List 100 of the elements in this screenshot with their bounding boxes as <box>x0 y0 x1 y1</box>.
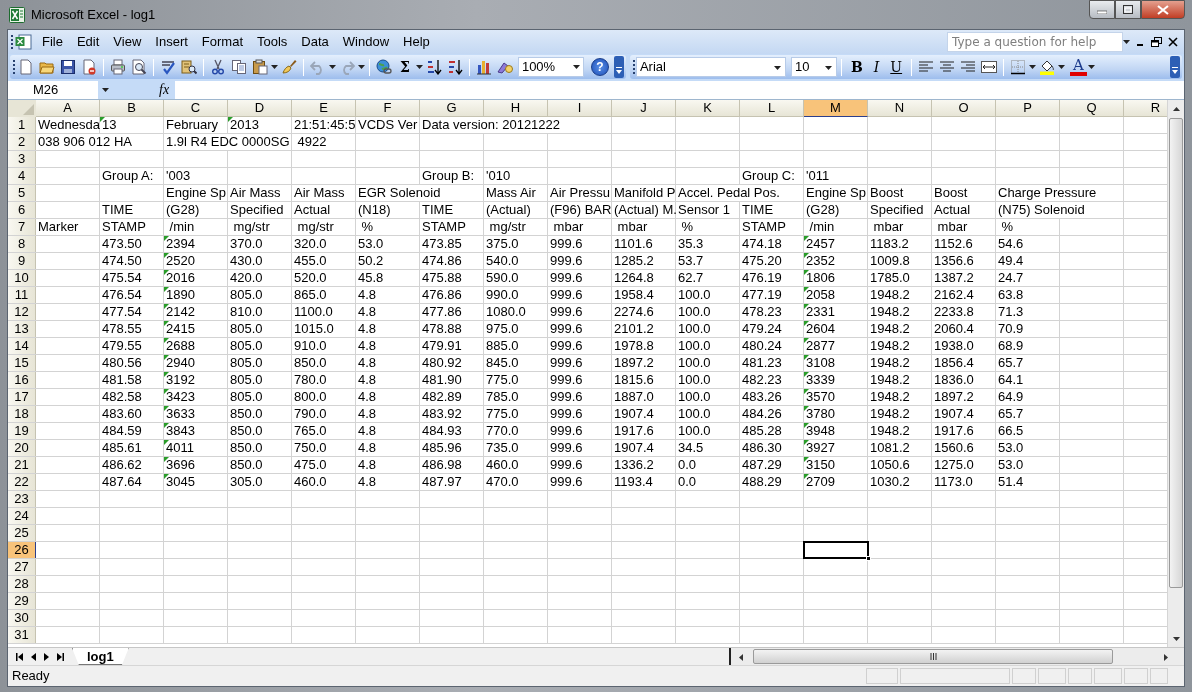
menu-item[interactable]: View <box>106 30 149 54</box>
column-header[interactable]: K <box>676 100 740 117</box>
row-header[interactable]: 13 <box>8 321 36 337</box>
row-header[interactable]: 30 <box>8 610 36 626</box>
print-icon[interactable] <box>110 59 126 75</box>
permission-icon[interactable] <box>81 59 97 75</box>
row-header[interactable]: 7 <box>8 219 36 235</box>
caret-icon[interactable] <box>358 65 365 69</box>
function-label[interactable]: fx <box>159 79 170 100</box>
minimize-button[interactable] <box>1089 0 1115 19</box>
column-header[interactable]: G <box>420 100 484 117</box>
workbook-icon[interactable] <box>15 34 33 50</box>
row-header[interactable]: 10 <box>8 270 36 286</box>
row-header[interactable]: 1 <box>8 117 36 133</box>
sort-ascending-icon[interactable] <box>425 59 442 75</box>
align-center-icon[interactable] <box>939 59 956 75</box>
menu-item[interactable]: Help <box>396 30 437 54</box>
row-header[interactable]: 2 <box>8 134 36 150</box>
sheet-tab[interactable]: log1 <box>72 648 129 665</box>
column-header[interactable]: R <box>1124 100 1167 117</box>
row-header[interactable]: 12 <box>8 304 36 320</box>
fill-color-icon[interactable] <box>1039 59 1056 75</box>
caret-icon[interactable] <box>102 88 109 93</box>
active-cell[interactable] <box>804 542 868 558</box>
toolbar-options-icon[interactable] <box>613 56 624 78</box>
column-header[interactable]: L <box>740 100 804 117</box>
close-button[interactable] <box>1141 0 1185 19</box>
column-header[interactable]: A <box>36 100 100 117</box>
toolbar-options-icon[interactable] <box>1170 56 1180 78</box>
row-header[interactable]: 21 <box>8 457 36 473</box>
toolbar-grip-icon[interactable] <box>631 59 635 75</box>
caret-icon[interactable] <box>1058 65 1066 69</box>
toolbar-grip-icon[interactable] <box>10 34 13 50</box>
copy-icon[interactable] <box>231 59 247 75</box>
bar-chart-icon[interactable] <box>475 59 492 75</box>
row-header[interactable]: 31 <box>8 627 36 643</box>
bold-button[interactable]: B <box>845 58 868 76</box>
row-header[interactable]: 28 <box>8 576 36 592</box>
row-header[interactable]: 15 <box>8 355 36 371</box>
row-header[interactable]: 5 <box>8 185 36 201</box>
menu-item[interactable]: Tools <box>250 30 295 54</box>
column-header[interactable]: O <box>932 100 996 117</box>
help-button[interactable]: ? <box>590 58 609 76</box>
column-header[interactable]: I <box>548 100 612 117</box>
menu-item[interactable]: Window <box>335 30 397 54</box>
font-size-combo[interactable]: 10 <box>790 57 837 77</box>
column-header[interactable]: J <box>612 100 676 117</box>
maximize-button[interactable] <box>1115 0 1141 19</box>
brush-icon[interactable] <box>281 59 297 75</box>
toolbar-grip-icon[interactable] <box>12 59 15 75</box>
row-header[interactable]: 14 <box>8 338 36 354</box>
caret-icon[interactable] <box>1123 40 1130 44</box>
previous-sheet-icon[interactable] <box>31 652 36 661</box>
row-header[interactable]: 3 <box>8 151 36 167</box>
row-header[interactable]: 18 <box>8 406 36 422</box>
merge-center-icon[interactable] <box>981 59 998 75</box>
menu-item[interactable]: Format <box>194 30 250 54</box>
caret-icon[interactable] <box>415 65 423 69</box>
italic-button[interactable]: I <box>868 58 885 76</box>
row-header[interactable]: 4 <box>8 168 36 184</box>
column-header[interactable]: B <box>100 100 164 117</box>
clipboard-icon[interactable] <box>252 59 268 75</box>
align-left-icon[interactable] <box>918 59 935 75</box>
underline-button[interactable]: U <box>885 58 908 76</box>
row-header[interactable]: 29 <box>8 593 36 609</box>
row-header[interactable]: 16 <box>8 372 36 388</box>
fill-handle[interactable] <box>866 556 871 561</box>
row-header[interactable]: 26 <box>8 542 36 558</box>
zoom-combo[interactable]: 100% <box>517 57 584 77</box>
column-header[interactable]: P <box>996 100 1060 117</box>
borders-icon[interactable] <box>1010 59 1027 75</box>
scroll-thumb[interactable] <box>753 649 1113 664</box>
spell-check-icon[interactable] <box>160 59 176 75</box>
column-header[interactable]: F <box>356 100 420 117</box>
font-combo[interactable]: Arial <box>635 57 786 77</box>
row-header[interactable]: 23 <box>8 491 36 507</box>
font-color-button[interactable]: A <box>1070 58 1087 76</box>
row-header[interactable]: 19 <box>8 423 36 439</box>
row-header[interactable]: 25 <box>8 525 36 541</box>
scissors-icon[interactable] <box>210 59 226 75</box>
menu-item[interactable]: File <box>35 30 70 54</box>
row-header[interactable]: 24 <box>8 508 36 524</box>
column-header[interactable]: H <box>484 100 548 117</box>
close-icon[interactable] <box>1168 37 1178 47</box>
print-preview-icon[interactable] <box>131 59 147 75</box>
align-right-icon[interactable] <box>960 59 977 75</box>
column-header[interactable]: N <box>868 100 932 117</box>
caret-icon[interactable] <box>1087 65 1095 69</box>
caret-icon[interactable] <box>329 65 336 69</box>
row-header[interactable]: 27 <box>8 559 36 575</box>
row-header[interactable]: 6 <box>8 202 36 218</box>
column-header[interactable]: C <box>164 100 228 117</box>
caret-icon[interactable] <box>1029 65 1037 69</box>
menu-item[interactable]: Data <box>294 30 336 54</box>
sort-descending-icon[interactable] <box>446 59 463 75</box>
globe-link-icon[interactable] <box>376 59 392 75</box>
row-header[interactable]: 22 <box>8 474 36 490</box>
first-sheet-icon[interactable] <box>16 652 23 661</box>
scroll-thumb[interactable] <box>1169 118 1183 588</box>
column-header[interactable]: Q <box>1060 100 1124 117</box>
